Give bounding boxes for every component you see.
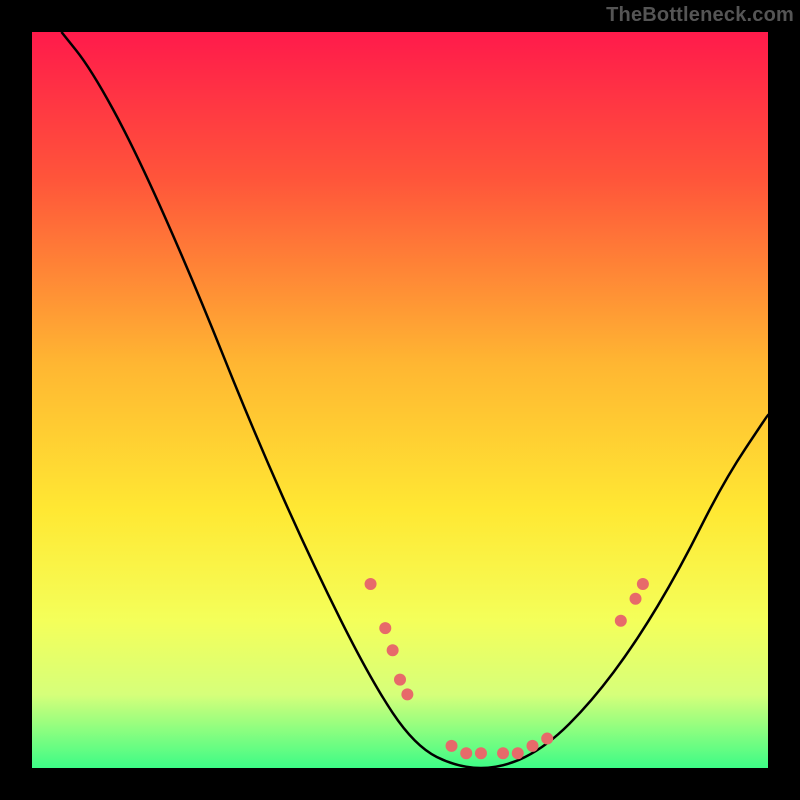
gradient-background [32,32,768,768]
marker-dot [387,644,399,656]
marker-dot [630,593,642,605]
marker-dot [475,747,487,759]
watermark-text: TheBottleneck.com [606,4,794,27]
chart-svg [32,32,768,768]
marker-dot [615,615,627,627]
marker-dot [394,674,406,686]
marker-dot [637,578,649,590]
marker-dot [541,733,553,745]
marker-dot [401,688,413,700]
marker-dot [460,747,472,759]
marker-dot [512,747,524,759]
marker-dot [379,622,391,634]
marker-dot [446,740,458,752]
marker-dot [497,747,509,759]
marker-dot [365,578,377,590]
marker-dot [526,740,538,752]
chart-frame: TheBottleneck.com [0,0,800,800]
plot-area [32,32,768,768]
